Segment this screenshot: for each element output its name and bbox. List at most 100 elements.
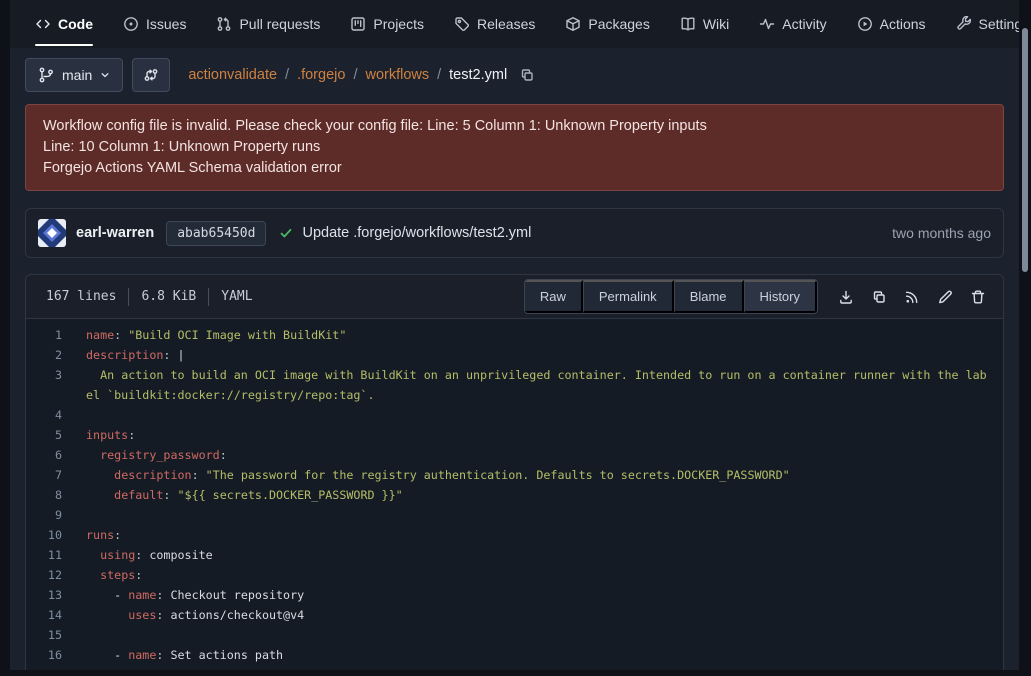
file-action-buttons: RawPermalinkBlameHistory	[524, 279, 818, 314]
code-line-content: default: "${{ secrets.DOCKER_PASSWORD }}…	[86, 485, 1003, 505]
error-line: Forgejo Actions YAML Schema validation e…	[43, 158, 986, 179]
code-line: 15	[26, 625, 1003, 645]
nav-tab-releases[interactable]: Releases	[454, 0, 535, 48]
wrench-icon	[956, 16, 972, 32]
line-number[interactable]: 11	[26, 545, 86, 565]
code-icon	[35, 16, 51, 32]
compare-button[interactable]	[132, 58, 170, 92]
nav-tab-label: Wiki	[703, 16, 729, 32]
branch-row: main actionvalidate/.forgejo/workflows/t…	[25, 58, 1004, 92]
avatar[interactable]	[38, 219, 66, 247]
error-line: Workflow config file is invalid. Please …	[43, 116, 986, 137]
line-number[interactable]: 2	[26, 345, 86, 365]
file-meta-item: 6.8 KiB	[141, 289, 196, 304]
package-icon	[565, 16, 581, 32]
line-number[interactable]: 13	[26, 585, 86, 605]
breadcrumb-link[interactable]: actionvalidate	[188, 67, 277, 83]
nav-tab-code[interactable]: Code	[35, 0, 93, 48]
code-line-content: uses: actions/checkout@v4	[86, 605, 1003, 625]
history-button[interactable]: History	[744, 280, 817, 313]
book-icon	[680, 16, 696, 32]
nav-tab-label: Packages	[588, 16, 649, 32]
code-line-content: description: "The password for the regis…	[86, 465, 1003, 485]
top-nav: Code Issues Pull requests Projects Releases P…	[10, 0, 1019, 48]
code-line: 8 default: "${{ secrets.DOCKER_PASSWORD …	[26, 485, 1003, 505]
code-line-content: steps:	[86, 565, 1003, 585]
line-number[interactable]: 12	[26, 565, 86, 585]
project-icon	[350, 16, 366, 32]
edit-icon	[937, 289, 953, 305]
code-line: 6 registry_password:	[26, 445, 1003, 465]
branch-icon	[38, 67, 54, 83]
branch-selector[interactable]: main	[25, 58, 123, 92]
breadcrumb-link[interactable]: workflows	[365, 67, 429, 83]
delete-button[interactable]	[964, 283, 991, 310]
page-content: main actionvalidate/.forgejo/workflows/t…	[10, 48, 1019, 670]
code-line-content: - name: Checkout repository	[86, 585, 1003, 605]
error-banner: Workflow config file is invalid. Please …	[25, 104, 1004, 191]
breadcrumb: actionvalidate/.forgejo/workflows/test2.…	[188, 67, 535, 83]
nav-tab-activity[interactable]: Activity	[759, 0, 826, 48]
commit-hash-badge[interactable]: abab65450d	[166, 221, 266, 246]
breadcrumb-separator: /	[285, 67, 289, 83]
nav-tab-label: Actions	[880, 16, 926, 32]
caret-down-icon	[100, 70, 110, 80]
scrollbar-thumb[interactable]	[1022, 28, 1028, 272]
line-number[interactable]: 16	[26, 645, 86, 665]
permalink-button[interactable]: Permalink	[583, 280, 674, 313]
line-number[interactable]: 17	[26, 665, 86, 670]
line-number[interactable]: 9	[26, 505, 86, 525]
code-area: 1name: "Build OCI Image with BuildKit"2d…	[26, 319, 1003, 670]
line-number[interactable]: 5	[26, 425, 86, 445]
nav-tab-projects[interactable]: Projects	[350, 0, 424, 48]
download-button[interactable]	[832, 283, 859, 310]
copy-button[interactable]	[865, 283, 892, 310]
code-line-content	[86, 625, 1003, 645]
breadcrumb-separator: /	[437, 67, 441, 83]
line-number[interactable]: 14	[26, 605, 86, 625]
edit-button[interactable]	[931, 283, 958, 310]
copy-path-icon[interactable]	[519, 67, 535, 83]
code-line: 1name: "Build OCI Image with BuildKit"	[26, 325, 1003, 345]
line-number[interactable]: 3	[26, 365, 86, 405]
file-meta-item: YAML	[221, 289, 252, 304]
pulse-icon	[759, 16, 775, 32]
nav-tab-label: Activity	[782, 16, 826, 32]
commit-message[interactable]: Update .forgejo/workflows/test2.yml	[302, 225, 531, 241]
file-view: 167 lines6.8 KiBYAML RawPermalinkBlameHi…	[25, 274, 1004, 670]
code-line-content: name: "Build OCI Image with BuildKit"	[86, 325, 1003, 345]
commit-author[interactable]: earl-warren	[76, 225, 154, 241]
code-line: 12 steps:	[26, 565, 1003, 585]
code-line: 9	[26, 505, 1003, 525]
line-number[interactable]: 6	[26, 445, 86, 465]
code-line: 3 An action to build an OCI image with B…	[26, 365, 1003, 405]
nav-tab-issues[interactable]: Issues	[123, 0, 186, 48]
file-meta: 167 lines6.8 KiBYAML	[46, 288, 253, 306]
line-number[interactable]: 15	[26, 625, 86, 645]
nav-tab-wiki[interactable]: Wiki	[680, 0, 729, 48]
check-icon	[278, 225, 294, 241]
commit-time: two months ago	[892, 225, 991, 241]
line-number[interactable]: 10	[26, 525, 86, 545]
meta-divider	[208, 288, 209, 306]
page-scrollbar[interactable]	[1019, 0, 1031, 676]
line-number[interactable]: 1	[26, 325, 86, 345]
breadcrumb-current-file: test2.yml	[449, 67, 507, 83]
rss-button[interactable]	[898, 283, 925, 310]
raw-button[interactable]: Raw	[525, 280, 583, 313]
breadcrumb-link[interactable]: .forgejo	[297, 67, 345, 83]
nav-tab-settings[interactable]: Settings	[956, 0, 1019, 48]
code-line-content	[86, 405, 1003, 425]
code-line: 5inputs:	[26, 425, 1003, 445]
nav-tab-pull-requests[interactable]: Pull requests	[216, 0, 320, 48]
nav-tab-actions[interactable]: Actions	[857, 0, 926, 48]
line-number[interactable]: 7	[26, 465, 86, 485]
pull-request-icon	[216, 16, 232, 32]
nav-tab-packages[interactable]: Packages	[565, 0, 649, 48]
line-number[interactable]: 8	[26, 485, 86, 505]
code-line: 16 - name: Set actions path	[26, 645, 1003, 665]
line-number[interactable]: 4	[26, 405, 86, 425]
code-line: 2description: |	[26, 345, 1003, 365]
blame-button[interactable]: Blame	[674, 280, 744, 313]
code-line-content: shell: bash	[86, 665, 1003, 670]
